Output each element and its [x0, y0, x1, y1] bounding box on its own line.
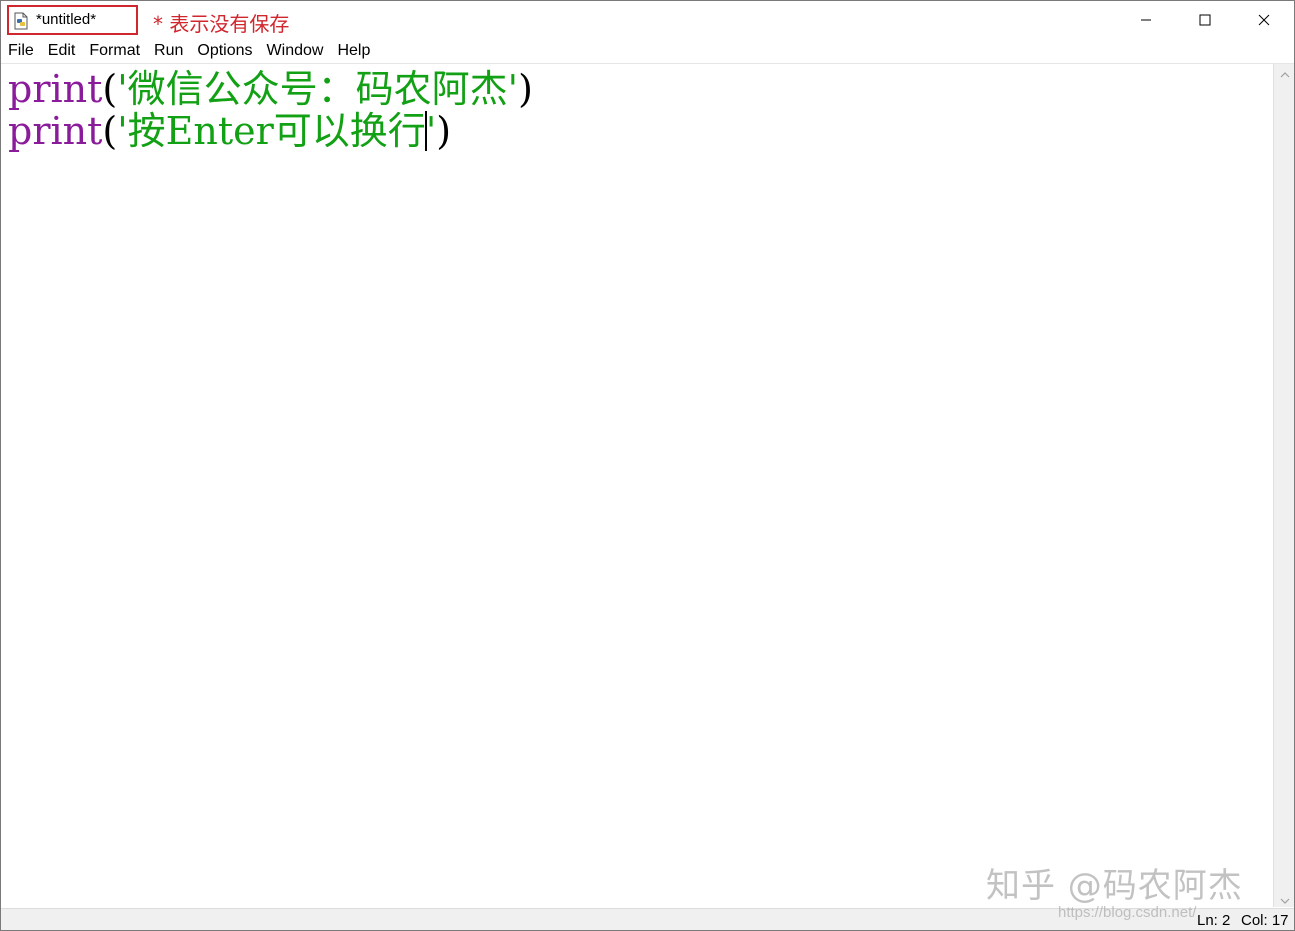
- idle-editor-window: *untitled* * 表示没有保存 File Edit Format Run…: [0, 0, 1295, 931]
- scroll-up-icon: [1280, 63, 1290, 82]
- string-literal: '微信公众号：码农阿杰': [117, 67, 519, 111]
- watermark-text: 知乎 @码农阿杰: [986, 866, 1243, 906]
- menu-edit[interactable]: Edit: [41, 39, 83, 63]
- window-title: *untitled*: [36, 11, 97, 28]
- status-line-number: Ln: 2: [1197, 912, 1231, 929]
- unsaved-annotation: * 表示没有保存: [153, 12, 290, 36]
- menu-window[interactable]: Window: [260, 39, 331, 63]
- scroll-down-icon: [1280, 889, 1290, 908]
- open-paren: (: [102, 67, 118, 111]
- close-button[interactable]: [1235, 1, 1293, 39]
- status-column-number: Col: 17: [1241, 912, 1289, 929]
- menu-run[interactable]: Run: [147, 39, 190, 63]
- title-bar[interactable]: *untitled* * 表示没有保存: [1, 1, 1294, 39]
- menu-options[interactable]: Options: [190, 39, 259, 63]
- minimize-icon: [1140, 11, 1152, 30]
- vertical-scrollbar[interactable]: [1273, 63, 1294, 908]
- close-paren: ): [518, 67, 533, 111]
- code-line[interactable]: print('按Enter可以换行'): [8, 110, 451, 152]
- string-literal-end: ': [425, 109, 437, 153]
- open-paren: (: [102, 109, 118, 153]
- keyword-print: print: [8, 109, 103, 153]
- python-file-icon: [13, 12, 29, 30]
- maximize-icon: [1199, 11, 1211, 30]
- code-line[interactable]: print('微信公众号：码农阿杰'): [8, 68, 533, 110]
- watermark-url: https://blog.csdn.net/: [1058, 904, 1197, 921]
- maximize-button[interactable]: [1176, 1, 1234, 39]
- scroll-down-button[interactable]: [1274, 889, 1294, 908]
- keyword-print: print: [8, 67, 103, 111]
- string-literal: '按Enter可以换行: [117, 109, 426, 153]
- close-paren: ): [436, 109, 452, 153]
- menu-file[interactable]: File: [1, 39, 41, 63]
- menu-help[interactable]: Help: [330, 39, 377, 63]
- code-editor[interactable]: print('微信公众号：码农阿杰') print('按Enter可以换行'): [2, 64, 1272, 907]
- menu-bar: File Edit Format Run Options Window Help: [1, 39, 1294, 64]
- scroll-up-button[interactable]: [1274, 63, 1294, 82]
- minimize-button[interactable]: [1117, 1, 1175, 39]
- menu-format[interactable]: Format: [82, 39, 147, 63]
- close-icon: [1258, 11, 1270, 30]
